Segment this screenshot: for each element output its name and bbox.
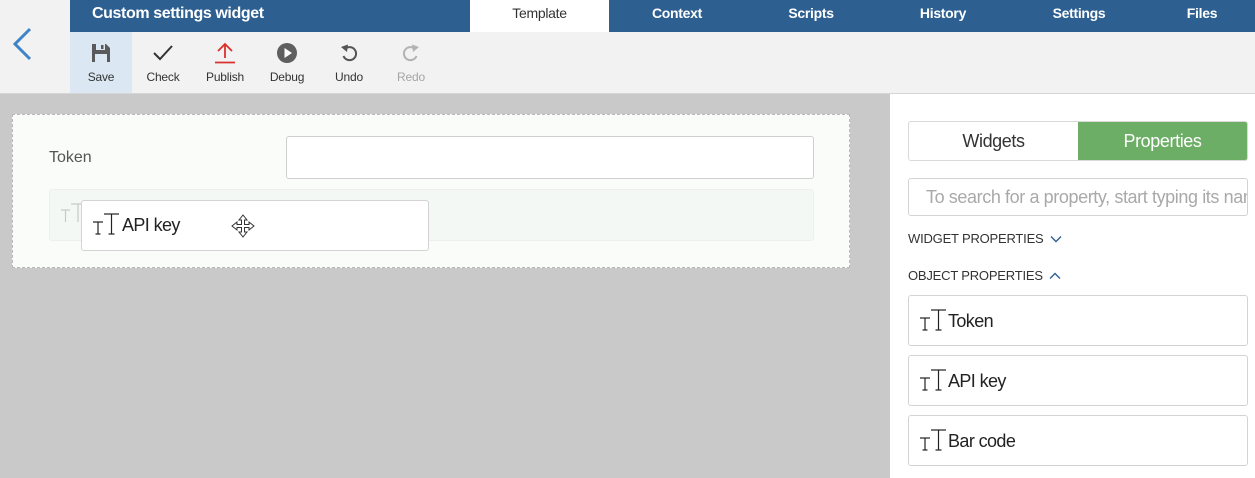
widget-properties-label: WIDGET PROPERTIES [908, 231, 1044, 246]
undo-icon [341, 44, 358, 62]
tab-files[interactable]: Files [1149, 0, 1255, 32]
tab-template[interactable]: Template [470, 0, 609, 32]
token-input[interactable] [286, 136, 814, 179]
tab-properties[interactable]: Properties [1078, 122, 1247, 160]
template-canvas[interactable]: Token API key [0, 94, 890, 478]
property-item-label: Bar code [948, 431, 1016, 451]
text-type-icon [920, 309, 946, 331]
chevron-up-icon [1049, 272, 1061, 279]
panel-mode-switch: Widgets Properties [908, 121, 1248, 161]
check-label: Check [146, 70, 180, 84]
debug-button[interactable]: Debug [256, 32, 318, 93]
tab-widgets[interactable]: Widgets [909, 122, 1078, 160]
dragged-property-item[interactable]: API key [81, 200, 429, 251]
object-properties-header[interactable]: OBJECT PROPERTIES [908, 268, 1061, 283]
property-item-label: API key [948, 371, 1006, 391]
play-circle-icon [277, 43, 297, 63]
header-bar: Custom settings widget Template Context … [70, 0, 1255, 32]
text-type-icon [920, 369, 946, 391]
undo-label: Undo [335, 70, 363, 84]
save-button[interactable]: Save [70, 32, 132, 93]
object-properties-label: OBJECT PROPERTIES [908, 268, 1043, 283]
check-button[interactable]: Check [132, 32, 194, 93]
move-cursor-icon [231, 214, 255, 238]
toolbar: Save Check Publish Debug Undo Redo [70, 32, 1255, 94]
back-button[interactable] [10, 26, 36, 62]
page-title: Custom settings widget [92, 5, 264, 22]
checkmark-icon [153, 45, 173, 61]
debug-label: Debug [269, 70, 305, 84]
property-item-label: Token [948, 311, 994, 331]
publish-label: Publish [206, 70, 244, 84]
undo-button[interactable]: Undo [318, 32, 380, 93]
tab-history[interactable]: History [877, 0, 1009, 32]
publish-icon [215, 42, 235, 64]
dragged-item-label: API key [122, 215, 180, 235]
properties-panel: Widgets Properties WIDGET PROPERTIES OBJ… [890, 94, 1255, 478]
property-item-bar-code[interactable]: Bar code [908, 415, 1248, 466]
tab-context[interactable]: Context [609, 0, 745, 32]
property-item-api-key[interactable]: API key [908, 355, 1248, 406]
publish-button[interactable]: Publish [194, 32, 256, 93]
save-icon [92, 44, 110, 62]
save-label: Save [87, 70, 115, 84]
redo-label: Redo [397, 70, 425, 84]
chevron-down-icon [1050, 235, 1062, 242]
app-window: Custom settings widget Template Context … [0, 0, 1255, 478]
back-column [0, 0, 70, 94]
widget-properties-header[interactable]: WIDGET PROPERTIES [908, 231, 1062, 246]
property-search-input[interactable] [908, 178, 1248, 216]
redo-button[interactable]: Redo [380, 32, 442, 93]
token-label: Token [49, 149, 92, 166]
property-item-token[interactable]: Token [908, 295, 1248, 346]
tab-scripts[interactable]: Scripts [745, 0, 877, 32]
chevron-left-icon [12, 27, 32, 61]
text-type-icon [920, 429, 946, 451]
redo-icon [402, 44, 419, 62]
text-type-icon [93, 213, 119, 235]
tab-settings[interactable]: Settings [1009, 0, 1149, 32]
tab-bar: Template Context Scripts History Setting… [470, 0, 1255, 32]
